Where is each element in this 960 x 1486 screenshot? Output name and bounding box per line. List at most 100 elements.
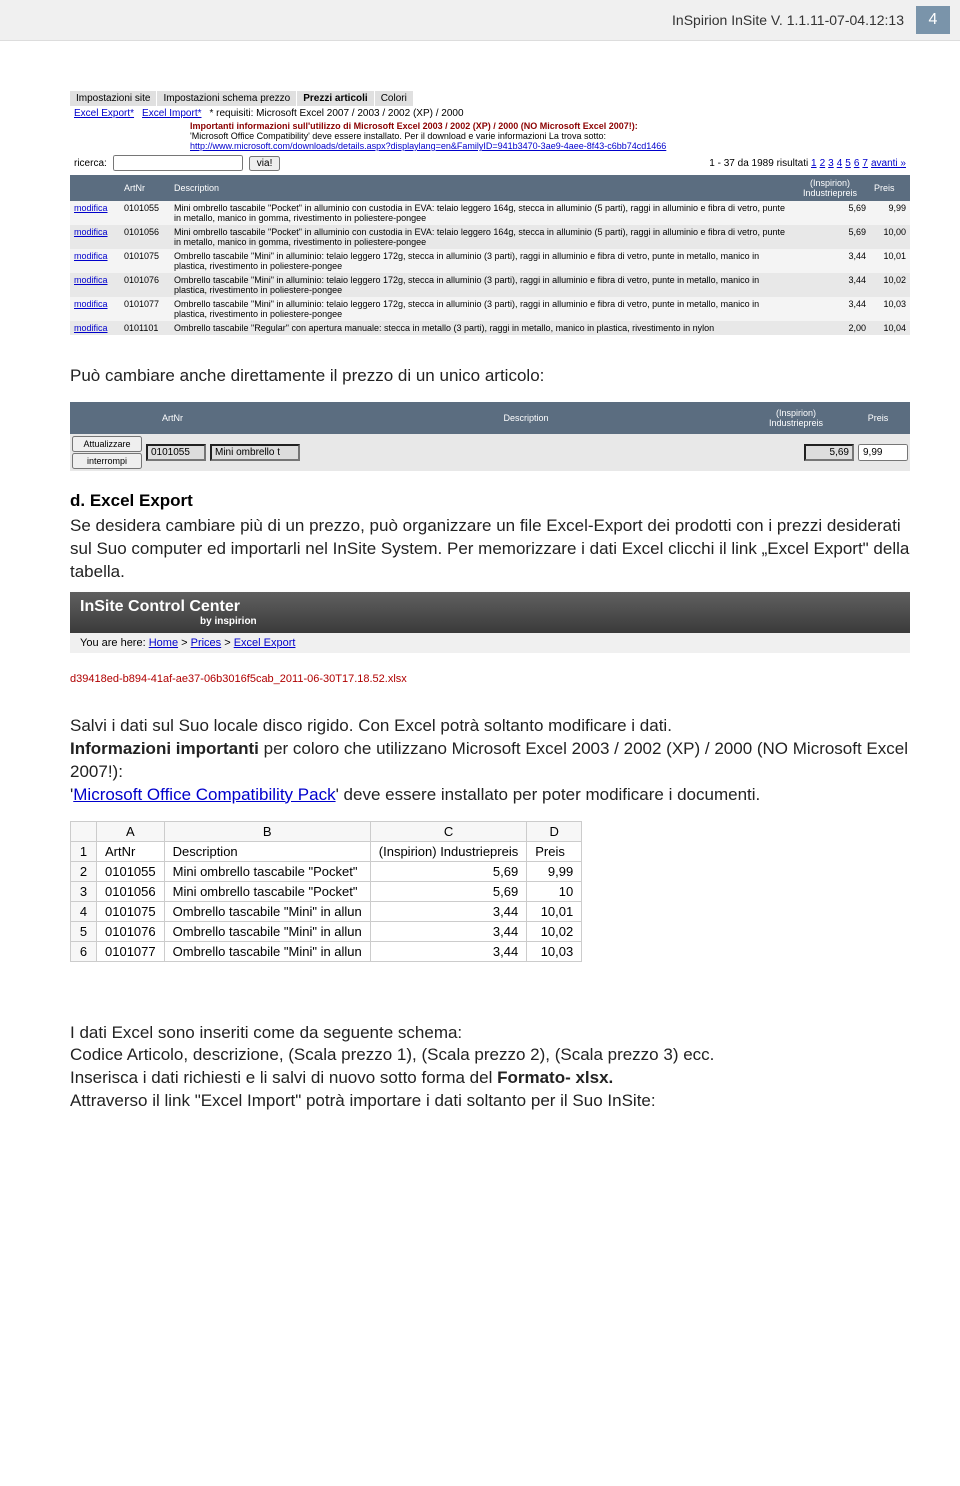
excel-cell: 10,01 — [527, 901, 582, 921]
excel-cell: 5,69 — [370, 881, 526, 901]
search-button[interactable]: via! — [249, 156, 281, 171]
tab-article-prices[interactable]: Prezzi articoli — [297, 91, 373, 106]
page-3[interactable]: 3 — [828, 158, 834, 169]
cell-ind: 3,44 — [790, 249, 870, 273]
table-row: modifica0101101Ombrello tascabile "Regul… — [70, 321, 910, 335]
excel-cell: ArtNr — [97, 841, 165, 861]
excel-cell: (Inspirion) Industriepreis — [370, 841, 526, 861]
excel-row: 60101077Ombrello tascabile "Mini" in all… — [71, 941, 582, 961]
excel-cell: 3 — [71, 881, 97, 901]
cell-desc: Ombrello tascabile "Mini" in alluminio: … — [170, 249, 790, 273]
intro-text: Può cambiare anche direttamente il prezz… — [70, 365, 910, 388]
col-industriepreis: (Inspirion) Industriepreis — [790, 175, 870, 201]
modify-link[interactable]: modifica — [74, 323, 108, 333]
edit-hdr-desc: Description — [308, 404, 744, 432]
cell-ind: 3,44 — [790, 273, 870, 297]
edit-hdr-artnr: ArtNr — [156, 404, 306, 432]
excel-cell: 0101076 — [97, 921, 165, 941]
cell-ind: 5,69 — [790, 201, 870, 225]
excel-col-hdr: D — [527, 821, 582, 841]
breadcrumb: You are here: Home > Prices > Excel Expo… — [70, 633, 910, 653]
important-info-text: Informazioni importanti per coloro che u… — [70, 738, 910, 784]
col-description: Description — [170, 175, 790, 201]
edit-buttons: Attualizzare interrompi — [72, 436, 142, 469]
excel-cell: 3,44 — [370, 901, 526, 921]
crumb-excel-export[interactable]: Excel Export — [234, 637, 296, 649]
import-link-text: Attraverso il link "Excel Import" potrà … — [70, 1090, 910, 1113]
excel-cell: 6 — [71, 941, 97, 961]
page-4[interactable]: 4 — [837, 158, 843, 169]
excel-cell: Ombrello tascabile "Mini" in allun — [164, 921, 370, 941]
important-info-bold: Informazioni importanti — [70, 739, 259, 758]
control-center-byline: by inspirion — [80, 616, 900, 627]
excel-row: 20101055Mini ombrello tascabile "Pocket"… — [71, 861, 582, 881]
breadcrumb-label: You are here: — [80, 637, 146, 649]
section-d-title: d. Excel Export — [70, 491, 910, 511]
modify-link[interactable]: modifica — [74, 227, 108, 237]
page-1[interactable]: 1 — [811, 158, 817, 169]
excel-cell: 4 — [71, 901, 97, 921]
crumb-prices[interactable]: Prices — [191, 637, 222, 649]
excel-col-hdr: C — [370, 821, 526, 841]
edit-preis-input[interactable] — [858, 444, 908, 461]
table-row: modifica0101075Ombrello tascabile "Mini"… — [70, 249, 910, 273]
page-5[interactable]: 5 — [845, 158, 851, 169]
modify-link[interactable]: modifica — [74, 203, 108, 213]
control-center-banner: InSite Control Center by inspirion — [70, 592, 910, 633]
tab-colors[interactable]: Colori — [375, 91, 413, 106]
save-format-pre: Inserisca i dati richiesti e li salvi di… — [70, 1068, 497, 1087]
excel-cell: Mini ombrello tascabile "Pocket" — [164, 861, 370, 881]
tab-price-schema[interactable]: Impostazioni schema prezzo — [157, 91, 296, 106]
pager: 1 2 3 4 5 6 7 avanti » — [811, 158, 906, 169]
crumb-home[interactable]: Home — [149, 637, 178, 649]
modify-link[interactable]: modifica — [74, 251, 108, 261]
cancel-button[interactable]: interrompi — [72, 453, 142, 469]
excel-export-link[interactable]: Excel Export* — [74, 108, 134, 119]
excel-import-link[interactable]: Excel Import* — [142, 108, 201, 119]
cell-artnr: 0101101 — [120, 321, 170, 335]
excel-row: 1ArtNrDescription(Inspirion) Industriepr… — [71, 841, 582, 861]
col-action — [70, 175, 120, 201]
xlsx-filename[interactable]: d39418ed-b894-41af-ae37-06b3016f5cab_201… — [70, 673, 910, 685]
modify-link[interactable]: modifica — [74, 299, 108, 309]
edit-row: Attualizzare interrompi — [70, 434, 910, 471]
content-area: Impostazioni site Impostazioni schema pr… — [0, 41, 960, 1133]
cell-ind: 3,44 — [790, 297, 870, 321]
edit-ind-input — [804, 444, 854, 461]
excel-cell: 9,99 — [527, 861, 582, 881]
table-row: modifica 0101056Mini ombrello tascabile "… — [70, 225, 910, 249]
excel-cell: 5,69 — [370, 861, 526, 881]
search-row: ricerca: via! 1 - 37 da 1989 risultati 1… — [70, 151, 910, 175]
page-6[interactable]: 6 — [854, 158, 860, 169]
excel-col-hdr: B — [164, 821, 370, 841]
table-row: modifica0101055Mini ombrello tascabile "… — [70, 201, 910, 225]
search-label: ricerca: — [74, 158, 107, 169]
tab-site-settings[interactable]: Impostazioni site — [70, 91, 156, 106]
compat-download-link[interactable]: http://www.microsoft.com/downloads/detai… — [70, 141, 910, 151]
excel-cell: 0101056 — [97, 881, 165, 901]
page-next[interactable]: avanti » — [871, 158, 906, 169]
cell-desc: Mini ombrello tascabile "Pocket" in allu… — [170, 225, 790, 249]
cell-preis: 10,04 — [870, 321, 910, 335]
save-format-bold: Formato- xlsx. — [497, 1068, 613, 1087]
edit-artnr-input — [146, 444, 206, 461]
search-input[interactable] — [113, 155, 243, 171]
cell-desc: Ombrello tascabile "Mini" in alluminio: … — [170, 273, 790, 297]
cell-ind: 5,69 — [790, 225, 870, 249]
modify-link[interactable]: modifica — [74, 275, 108, 285]
update-button[interactable]: Attualizzare — [72, 436, 142, 452]
page-7[interactable]: 7 — [862, 158, 868, 169]
tabs: Impostazioni site Impostazioni schema pr… — [70, 91, 910, 106]
excel-cell: 10,02 — [527, 921, 582, 941]
cell-desc: Ombrello tascabile "Mini" in alluminio: … — [170, 297, 790, 321]
table-row: modifica0101077Ombrello tascabile "Mini"… — [70, 297, 910, 321]
compat-pack-link[interactable]: Microsoft Office Compatibility Pack — [73, 785, 335, 804]
table-row: modifica0101076Ombrello tascabile "Mini"… — [70, 273, 910, 297]
page-2[interactable]: 2 — [820, 158, 826, 169]
excel-cell: 5 — [71, 921, 97, 941]
page-header: InSpirion InSite V. 1.1.11-07-04.12:13 4 — [0, 0, 960, 41]
edit-table-header: ArtNr Description (Inspirion) Industriep… — [70, 402, 910, 434]
col-artnr: ArtNr — [120, 175, 170, 201]
edit-desc-input — [210, 444, 300, 461]
cell-artnr: 0101056 — [120, 225, 170, 249]
